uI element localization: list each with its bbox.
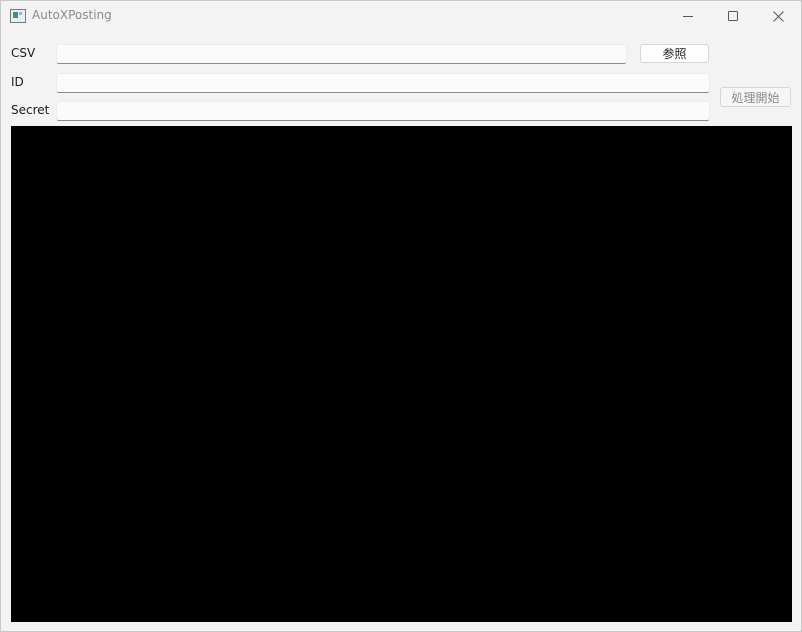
id-input[interactable] [56, 73, 710, 93]
minimize-icon [682, 16, 693, 17]
browse-button[interactable]: 参照 [640, 44, 709, 63]
maximize-button[interactable] [710, 1, 756, 32]
start-processing-button[interactable]: 処理開始 [720, 87, 791, 107]
title-bar[interactable]: AutoXPosting [1, 1, 801, 32]
close-icon [772, 11, 784, 22]
app-window-icon [10, 9, 26, 23]
minimize-button[interactable] [665, 1, 711, 32]
secret-input[interactable] [56, 101, 710, 121]
log-output-area[interactable] [11, 126, 792, 622]
csv-path-input[interactable] [56, 44, 627, 64]
maximize-icon [727, 11, 738, 21]
secret-label: Secret [11, 103, 50, 117]
main-window: AutoXPosting CSV 参照 ID 処理開始 Secret [0, 0, 802, 632]
close-button[interactable] [755, 1, 801, 32]
csv-label: CSV [11, 46, 36, 60]
window-title: AutoXPosting [32, 8, 112, 22]
id-label: ID [11, 75, 24, 89]
